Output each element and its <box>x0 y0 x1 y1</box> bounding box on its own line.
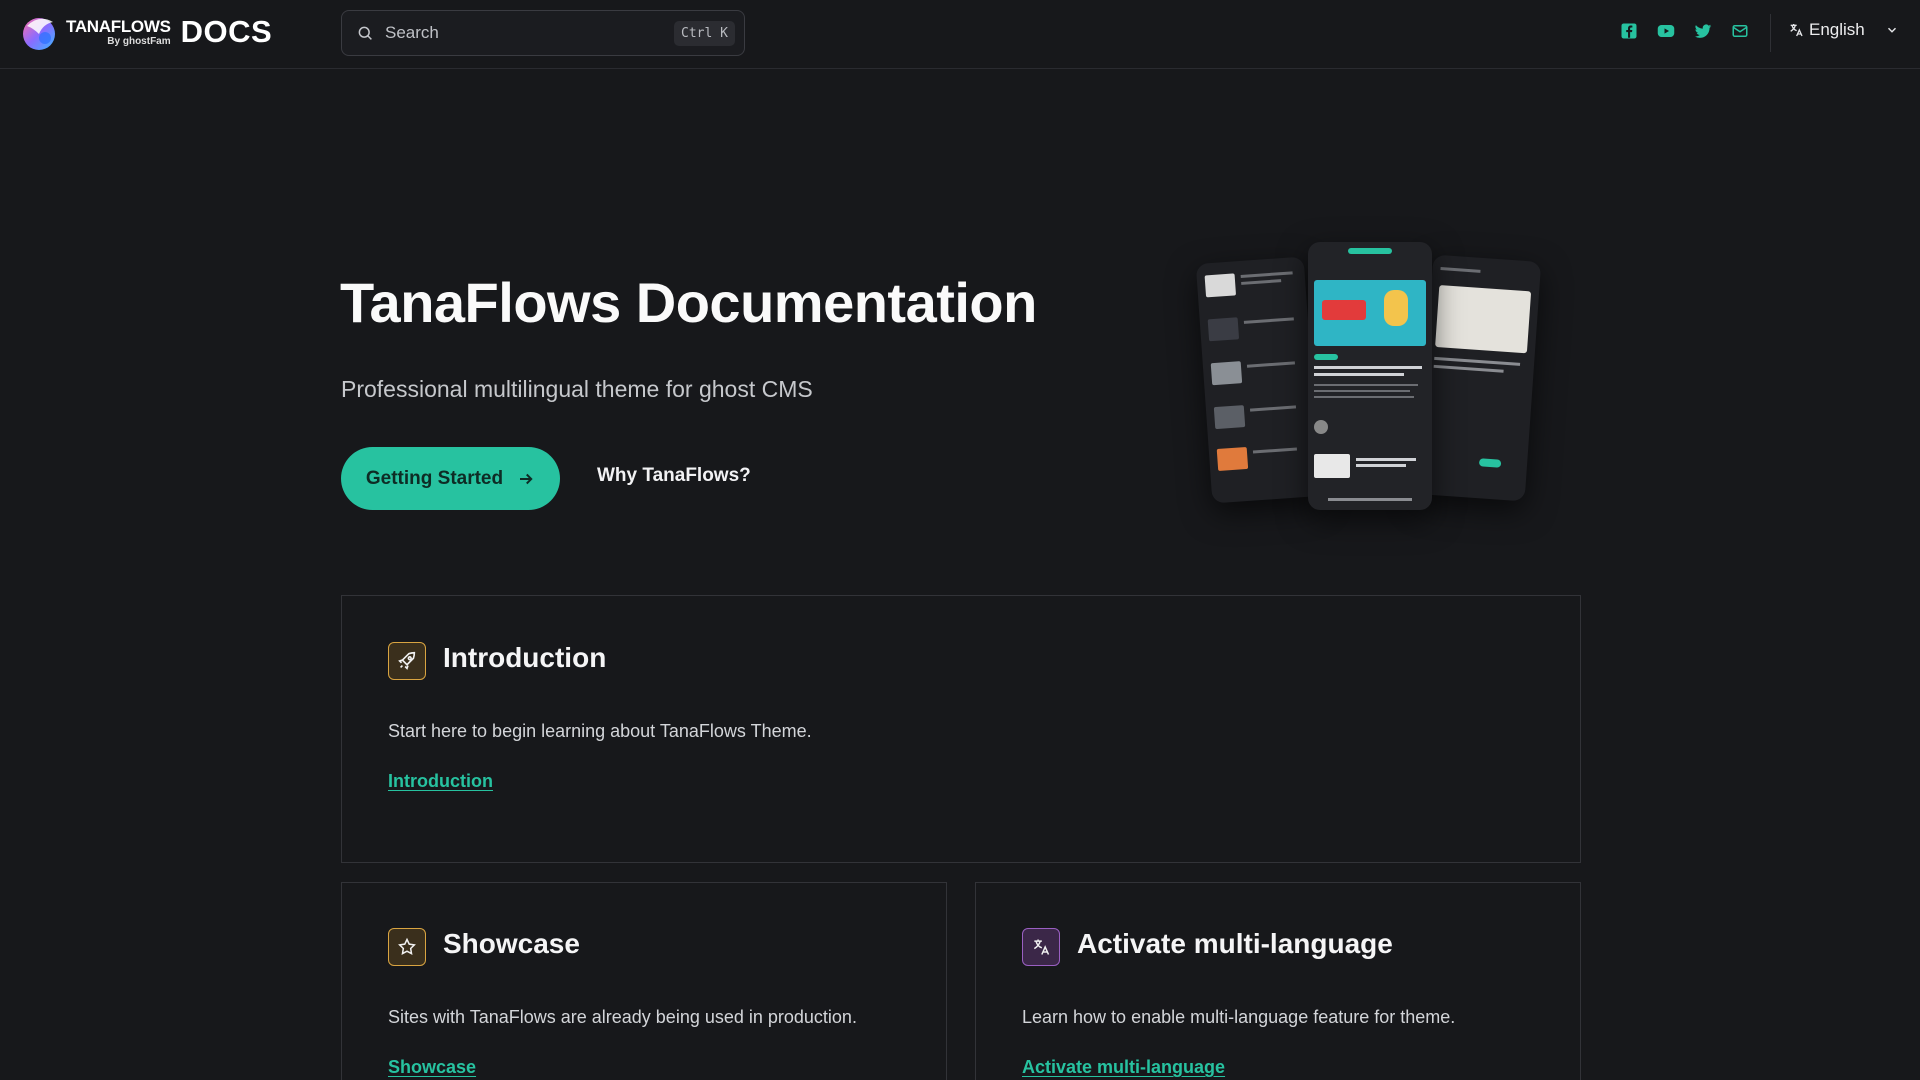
phone-mockup-center <box>1308 242 1432 510</box>
translate-icon <box>1790 24 1803 37</box>
tanaflows-logo-icon <box>23 18 55 50</box>
header-divider <box>1770 14 1771 52</box>
why-tanaflows-link[interactable]: Why TanaFlows? <box>597 465 751 487</box>
search-shortcut-badge: Ctrl K <box>674 21 735 46</box>
card-icon-box <box>388 642 426 680</box>
card-title: Activate multi-language <box>1077 928 1393 959</box>
brand-byline: By ghostFam <box>107 35 171 47</box>
showcase-card: Showcase Sites with TanaFlows are alread… <box>341 882 947 1080</box>
getting-started-label: Getting Started <box>365 467 504 489</box>
translate-icon <box>1033 939 1050 955</box>
introduction-link[interactable]: Introduction <box>388 771 493 792</box>
card-title: Introduction <box>443 642 607 673</box>
brand-docs-label: DOCS <box>180 14 273 49</box>
phone-mockup-right <box>1416 254 1542 502</box>
facebook-icon[interactable] <box>1620 22 1638 40</box>
brand-wordmark: TANAFLOWS By ghostFam <box>66 18 171 47</box>
search-icon <box>358 26 372 40</box>
mail-icon[interactable] <box>1731 22 1749 40</box>
card-description: Start here to begin learning about TanaF… <box>388 721 812 741</box>
search-placeholder: Search <box>385 23 439 42</box>
card-description: Learn how to enable multi-language featu… <box>1022 1007 1456 1027</box>
card-icon-box <box>1022 928 1060 966</box>
activate-multi-language-link[interactable]: Activate multi-language <box>1022 1057 1225 1078</box>
arrow-right-icon <box>520 473 533 484</box>
top-navigation-bar: TANAFLOWS By ghostFam DOCS Search Ctrl K <box>0 0 1920 69</box>
card-description: Sites with TanaFlows are already being u… <box>388 1007 857 1027</box>
brand-logo-link[interactable]: TANAFLOWS By ghostFam DOCS <box>19 12 272 52</box>
twitter-icon[interactable] <box>1694 22 1712 40</box>
phone-mockup-left <box>1195 256 1321 504</box>
hero-phones-illustration <box>1190 232 1550 562</box>
language-selector[interactable]: English <box>1788 20 1899 40</box>
getting-started-button[interactable]: Getting Started <box>341 447 560 510</box>
page-subtitle: Professional multilingual theme for ghos… <box>341 376 813 402</box>
star-icon <box>398 937 416 955</box>
introduction-card: Introduction Start here to begin learnin… <box>341 595 1581 863</box>
social-links <box>1620 22 1749 40</box>
search-input[interactable]: Search Ctrl K <box>341 10 745 56</box>
chevron-down-icon <box>1887 27 1896 33</box>
card-title: Showcase <box>443 928 580 959</box>
multi-language-card: Activate multi-language Learn how to ena… <box>975 882 1581 1080</box>
language-label: English <box>1809 20 1865 39</box>
card-icon-box <box>388 928 426 966</box>
rocket-icon <box>398 651 416 670</box>
page-title: TanaFlows Documentation <box>340 271 1037 334</box>
showcase-link[interactable]: Showcase <box>388 1057 476 1078</box>
youtube-icon[interactable] <box>1657 22 1675 40</box>
brand-name: TANAFLOWS <box>66 16 171 36</box>
